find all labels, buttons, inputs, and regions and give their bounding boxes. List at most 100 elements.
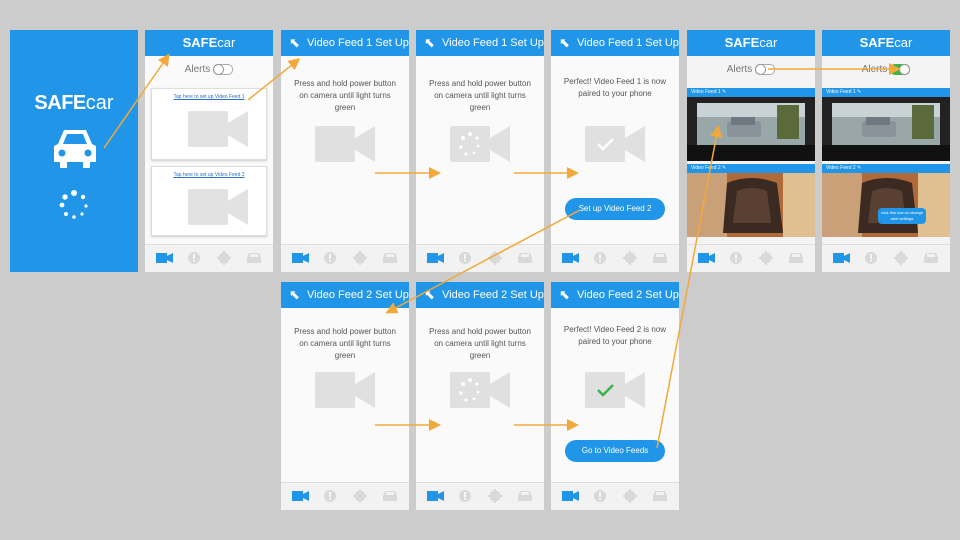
tab-gear-icon[interactable] [351,489,369,503]
tab-video-camera-icon[interactable] [561,251,579,265]
back-arrow-icon[interactable]: ⬉ [424,30,435,56]
tab-video-camera-icon[interactable] [291,489,309,503]
tab-gear-icon[interactable] [486,489,504,503]
tab-car-icon[interactable] [516,251,534,265]
tab-gear-icon[interactable] [757,251,775,265]
feed2-label[interactable]: Video Feed 2 ✎ [687,164,815,173]
header: ⬉ Video Feed 1 Set Up [281,30,409,56]
instruction-text: Press and hold power button on camera un… [294,327,396,360]
screen-title: Video Feed 2 Set Up [577,289,679,301]
tab-alert-icon[interactable] [185,251,203,265]
feed1-setup-link[interactable]: Tap here to set up Video Feed 1 [152,94,266,100]
feed2-paired-screen: ⬉ Video Feed 2 Set Up Perfect! Video Feed… [551,282,679,510]
feed1-step1-screen: ⬉ Video Feed 1 Set Up Press and hold powe… [281,30,409,272]
tab-gear-icon[interactable] [892,251,910,265]
tab-car-icon[interactable] [922,251,940,265]
tab-bar [281,482,409,510]
feed2-setup-card[interactable]: Tap here to set up Video Feed 2 [151,166,267,236]
screen-title: Video Feed 2 Set Up [307,289,409,301]
paired-text: Perfect! Video Feed 2 is now paired to y… [563,325,667,346]
feed2-photo [687,173,815,237]
tab-alert-icon[interactable] [456,489,474,503]
video-camera-icon [315,372,375,408]
tab-bar [145,244,273,272]
feed2-step1-screen: ⬉ Video Feed 2 Set Up Press and hold powe… [281,282,409,510]
video-feeds-alerts-on-screen: SAFEcar Alerts Video Feed 1 ✎ Video Feed… [822,30,950,272]
back-arrow-icon[interactable]: ⬉ [559,282,570,308]
alerts-toggle[interactable] [213,64,234,75]
tab-gear-icon[interactable] [621,489,639,503]
feed1-setup-card[interactable]: Tap here to set up Video Feed 1 [151,88,267,160]
tab-gear-icon[interactable] [351,251,369,265]
header: ⬉ Video Feed 2 Set Up [281,282,409,308]
screen-title: Video Feed 1 Set Up [577,37,679,49]
alerts-row: Alerts [687,64,815,75]
tab-video-camera-icon[interactable] [697,251,715,265]
header: SAFEcar [822,30,950,56]
tab-alert-icon[interactable] [862,251,880,265]
tab-alert-icon[interactable] [591,251,609,265]
tab-alert-icon[interactable] [727,251,745,265]
video-feeds-screen: SAFEcar Alerts Video Feed 1 ✎ Video Feed… [687,30,815,272]
alert-settings-tooltip: click this icon to change alert settings [878,208,926,224]
back-arrow-icon[interactable]: ⬉ [289,282,300,308]
tab-video-camera-icon[interactable] [561,489,579,503]
header: ⬉ Video Feed 2 Set Up [416,282,544,308]
back-arrow-icon[interactable]: ⬉ [289,30,300,56]
tab-bar [416,244,544,272]
tab-car-icon[interactable] [245,251,263,265]
header: ⬉ Video Feed 1 Set Up [416,30,544,56]
back-arrow-icon[interactable]: ⬉ [559,30,570,56]
alerts-row: Alerts [822,64,950,75]
app-logo: SAFEcar [34,92,114,114]
paired-text: Perfect! Video Feed 1 is now paired to y… [563,77,667,98]
video-camera-icon [315,126,375,162]
video-camera-icon [188,189,248,225]
feed2-photo [822,173,950,237]
tab-video-camera-icon[interactable] [426,489,444,503]
tab-bar [281,244,409,272]
tab-bar [551,482,679,510]
feed1-photo [822,97,950,161]
tab-video-camera-icon[interactable] [291,251,309,265]
tab-car-icon[interactable] [787,251,805,265]
go-to-video-feeds-button[interactable]: Go to Video Feeds [565,440,665,462]
alerts-toggle-on[interactable] [890,64,911,75]
alerts-row: Alerts [145,64,273,75]
tab-bar [687,244,815,272]
feed1-step2-screen: ⬉ Video Feed 1 Set Up Press and hold powe… [416,30,544,272]
app-logo-header: SAFEcar [182,35,236,50]
screen-title: Video Feed 1 Set Up [442,37,544,49]
tab-car-icon[interactable] [516,489,534,503]
tab-car-icon[interactable] [381,489,399,503]
feed2-label[interactable]: Video Feed 2 ✎ [822,164,950,173]
tab-alert-icon[interactable] [456,251,474,265]
tab-video-camera-icon[interactable] [832,251,850,265]
tab-car-icon[interactable] [381,251,399,265]
tab-gear-icon[interactable] [215,251,233,265]
tab-gear-icon[interactable] [621,251,639,265]
tab-alert-icon[interactable] [321,251,339,265]
screen-title: Video Feed 2 Set Up [442,289,544,301]
tab-bar [822,244,950,272]
tab-car-icon[interactable] [651,489,669,503]
feed1-photo [687,97,815,161]
feed1-label[interactable]: Video Feed 1 ✎ [822,88,950,97]
tab-video-camera-icon[interactable] [155,251,173,265]
video-camera-check-icon [585,372,645,408]
video-camera-loading-icon [450,372,510,408]
video-camera-icon [188,111,248,147]
screen-title: Video Feed 1 Set Up [307,37,409,49]
tab-bar [416,482,544,510]
feed1-label[interactable]: Video Feed 1 ✎ [687,88,815,97]
tab-car-icon[interactable] [651,251,669,265]
home-screen: SAFEcar Alerts Tap here to set up Video … [145,30,273,272]
tab-video-camera-icon[interactable] [426,251,444,265]
feed2-setup-link[interactable]: Tap here to set up Video Feed 2 [152,172,266,178]
tab-alert-icon[interactable] [321,489,339,503]
alerts-toggle[interactable] [755,64,776,75]
setup-feed2-button[interactable]: Set up Video Feed 2 [565,198,665,220]
tab-alert-icon[interactable] [591,489,609,503]
tab-gear-icon[interactable] [486,251,504,265]
back-arrow-icon[interactable]: ⬉ [424,282,435,308]
